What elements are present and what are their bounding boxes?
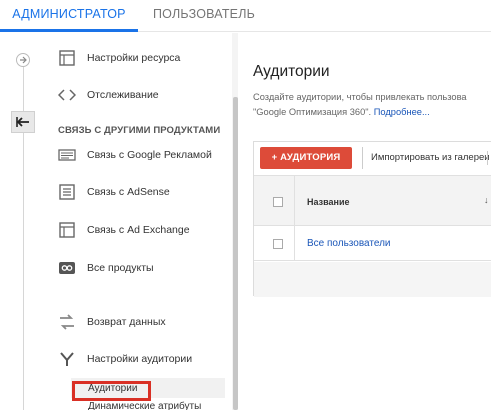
top-tab-bar: АДМИНИСТРАТОР ПОЛЬЗОВАТЕЛЬ — [0, 0, 491, 32]
column-divider — [294, 176, 295, 261]
nav-item-audience-settings[interactable]: Настройки аудитории — [46, 344, 232, 374]
audience-settings-icon — [60, 352, 74, 366]
google-ads-icon — [58, 149, 76, 161]
section-title: СВЯЗЬ С ДРУГИМИ ПРОДУКТАМИ — [58, 125, 221, 136]
desc-line-1: Создайте аудитории, чтобы привлекать пол… — [253, 92, 467, 102]
import-from-gallery-button[interactable]: Импортировать из галереи — [362, 147, 490, 169]
table-toolbar: + АУДИТОРИЯ Импортировать из галереи — [254, 142, 491, 176]
property-settings-icon — [59, 50, 75, 66]
all-products-icon — [59, 262, 75, 274]
row-checkbox[interactable] — [273, 239, 283, 249]
table-header: Название ↓ — [254, 176, 491, 226]
select-all-checkbox[interactable] — [273, 197, 283, 207]
column-header-name[interactable]: Название — [307, 197, 349, 207]
code-icon — [58, 89, 76, 101]
main-content: Аудитории Создайте аудитории, чтобы прив… — [238, 33, 491, 410]
nav-item-adsense[interactable]: Связь с AdSense — [46, 177, 232, 207]
nav-label: Настройки ресурса — [87, 52, 181, 64]
property-selector-icon[interactable] — [16, 53, 30, 67]
nav-label: Настройки аудитории — [87, 353, 193, 365]
nav-label: Связь с Google Рекламой — [87, 149, 212, 161]
add-audience-button[interactable]: + АУДИТОРИЯ — [260, 147, 352, 169]
page-description: Создайте аудитории, чтобы привлекать пол… — [253, 90, 491, 120]
sort-down-icon[interactable]: ↓ — [484, 195, 489, 205]
nav-label: Все продукты — [87, 262, 154, 274]
ad-exchange-icon — [59, 222, 75, 238]
back-arrow-icon[interactable] — [11, 111, 35, 133]
desc-text: "Google Оптимизация 360". — [253, 107, 372, 117]
nav-item-ad-exchange[interactable]: Связь с Ad Exchange — [46, 215, 232, 245]
table-footer — [254, 262, 491, 297]
rail-line — [23, 53, 24, 410]
audience-table: + АУДИТОРИЯ Импортировать из галереи Наз… — [253, 141, 491, 297]
desc-line-2: "Google Оптимизация 360". Подробнее... — [253, 105, 491, 120]
nav-item-google-ads[interactable]: Связь с Google Рекламой — [46, 140, 232, 170]
admin-nav: Настройки ресурса Отслеживание СВЯЗЬ С Д… — [46, 33, 232, 410]
nav-label: Отслеживание — [87, 89, 159, 101]
adsense-icon — [59, 184, 75, 200]
nav-item-property-settings[interactable]: Настройки ресурса — [46, 43, 232, 73]
tab-user[interactable]: ПОЛЬЗОВАТЕЛЬ — [153, 0, 255, 32]
audience-link[interactable]: Все пользователи — [307, 238, 391, 249]
learn-more-link[interactable]: Подробнее... — [374, 107, 430, 117]
nav-item-tracking[interactable]: Отслеживание — [46, 80, 232, 110]
toolbar-divider — [487, 151, 488, 165]
left-rail — [0, 33, 46, 410]
data-return-icon — [60, 314, 74, 330]
tab-admin[interactable]: АДМИНИСТРАТОР — [0, 0, 138, 32]
nav-item-data-return[interactable]: Возврат данных — [46, 307, 232, 337]
highlight-box — [72, 381, 151, 401]
nav-label: Связь с Ad Exchange — [87, 224, 190, 236]
nav-label: Связь с AdSense — [87, 186, 170, 198]
nav-label: Возврат данных — [87, 316, 166, 328]
page-title: Аудитории — [253, 63, 330, 80]
sub-item-dynamic-attributes[interactable]: Динамические атрибуты — [88, 401, 201, 410]
nav-item-all-products[interactable]: Все продукты — [46, 253, 232, 283]
table-row: Все пользователи — [254, 227, 491, 261]
